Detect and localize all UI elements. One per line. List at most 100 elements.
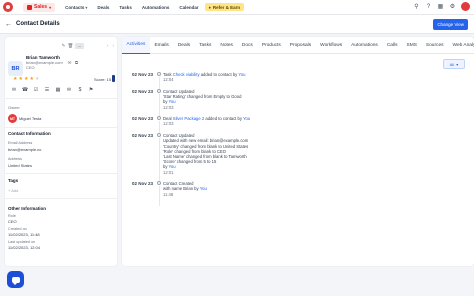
edit-icon[interactable]: ✎ [61, 43, 66, 49]
timeline-link[interactable]: Silver Package 2 [173, 116, 204, 121]
tab-notes[interactable]: Notes [216, 37, 238, 54]
timeline-link[interactable]: You [243, 116, 250, 121]
deal-icon[interactable]: $ [77, 87, 83, 93]
copy-icon[interactable]: ⧉ [74, 60, 79, 65]
module-switcher[interactable]: Sales ▾ [23, 2, 56, 12]
apps-grid-icon[interactable]: ▦ [437, 3, 444, 10]
page-header: ← Contact Details Change View [0, 15, 474, 34]
tab-sources[interactable]: Sources [421, 37, 448, 54]
timeline-date: 02 Nov 23 [132, 88, 154, 94]
updated-field-label: Last updated on [8, 240, 36, 244]
divider [5, 127, 117, 128]
star-rating[interactable]: ★ ★ ★ ★ ★ [13, 76, 39, 82]
change-view-button[interactable]: Change View [433, 19, 468, 30]
timeline-date: 02 Nov 23 [132, 116, 154, 122]
tab-deals[interactable]: Deals [173, 37, 194, 54]
tab-web-analytics[interactable]: Web Analytics [448, 37, 474, 54]
tab-products[interactable]: Products [257, 37, 285, 54]
role-field-label: Role [8, 214, 16, 218]
tab-workflows[interactable]: Workflows [316, 37, 347, 54]
nav-item-label: Contacts [65, 4, 85, 10]
note-icon[interactable]: ☰ [44, 87, 50, 93]
tab-activities[interactable]: Activities [122, 37, 150, 54]
tab-docs[interactable]: Docs [237, 37, 257, 54]
add-tag-link[interactable]: + Add [8, 188, 18, 193]
owner-name[interactable]: Miguel Testa [19, 116, 41, 121]
chevron-down-icon: ▾ [49, 4, 52, 10]
tab-tasks[interactable]: Tasks [195, 37, 216, 54]
timeline-line: 12:03 [163, 121, 250, 126]
tab-proposals[interactable]: Proposals [285, 37, 315, 54]
timeline-text: added to contact by [204, 116, 244, 122]
nav-item-contacts[interactable]: Contacts ▾ [65, 5, 87, 10]
next-record-icon[interactable]: › [113, 43, 115, 48]
timeline-dot [157, 133, 161, 138]
record-navigation: ‹ › [107, 43, 114, 48]
nav-item-automations[interactable]: Automations [142, 5, 170, 10]
star-icon[interactable]: ★ [29, 76, 33, 82]
activity-filter-dropdown[interactable]: All ▾ [443, 59, 465, 69]
timeline-link[interactable]: You [200, 186, 207, 191]
star-icon[interactable]: ★ [35, 76, 39, 82]
chat-button[interactable] [7, 271, 24, 288]
nav-item-calendar[interactable]: Calendar [179, 5, 198, 10]
tag-icon[interactable]: ⚑ [88, 87, 94, 93]
role-field-value[interactable]: CEO [8, 219, 17, 224]
timeline-time: 11:48 [163, 191, 174, 197]
timeline-connector [158, 93, 160, 119]
chat-icon [11, 276, 20, 285]
timeline-dot [157, 181, 161, 186]
delete-icon[interactable]: 🗑 [68, 43, 74, 49]
help-icon[interactable]: ? [425, 3, 432, 10]
timeline-line: 12:01 [163, 170, 248, 175]
sms-icon[interactable]: ✉ [66, 87, 72, 93]
app-logo[interactable] [3, 2, 13, 12]
timeline-dot [157, 88, 161, 93]
tab-emails[interactable]: Emails [150, 37, 173, 54]
timeline-link[interactable]: You [238, 72, 245, 77]
nav-item-tasks[interactable]: Tasks [119, 5, 131, 10]
timeline-time: 12:01 [163, 169, 174, 175]
contact-role: CEO [26, 65, 35, 70]
previous-record-icon[interactable]: ‹ [107, 43, 109, 48]
contact-action-row: ✉ ☎ ☑ ☰ ▦ ✉ $ ⚑ [11, 87, 94, 93]
timeline-date: 02 Nov 23 [132, 72, 154, 77]
tab-calls[interactable]: Calls [382, 37, 402, 54]
timeline-date: 02 Nov 23 [132, 181, 154, 187]
email-field-value[interactable]: brian@example.co [8, 147, 41, 152]
tab-sms[interactable]: SMS [402, 37, 421, 54]
timeline-line: 12:03 [163, 105, 241, 110]
task-icon[interactable]: ☑ [33, 87, 39, 93]
star-icon[interactable]: ★ [24, 76, 28, 82]
module-label: Sales [34, 4, 48, 10]
address-field-value[interactable]: United States [8, 163, 32, 168]
calendar-icon[interactable]: ▦ [55, 87, 61, 93]
timeline-body: Task Check viability added to contact by… [163, 72, 245, 82]
timeline-time: 12:03 [163, 104, 174, 110]
phone-icon[interactable]: ☎ [22, 87, 28, 93]
chevron-down-icon: ▾ [85, 4, 88, 10]
nav-item-deals[interactable]: Deals [97, 5, 109, 10]
mail-icon[interactable]: ✉ [67, 60, 72, 65]
refer-and-earn-button[interactable]: ♦ Refer & Earn [204, 3, 245, 11]
user-avatar[interactable] [461, 2, 470, 11]
refer-label: Refer & Earn [212, 4, 241, 10]
back-arrow-icon[interactable]: ← [5, 21, 12, 28]
tab-automations[interactable]: Automations [347, 37, 383, 54]
settings-icon[interactable]: ⚙ [449, 3, 456, 10]
timeline-connector [158, 186, 160, 206]
star-icon[interactable]: ★ [13, 76, 17, 82]
contact-quick-icons: ✉ ⧉ [67, 60, 79, 66]
updated-field-value: 11/02/2023, 12:04 [8, 245, 40, 250]
search-icon[interactable]: ⚲ [413, 3, 420, 10]
more-options-button[interactable]: ··· [75, 43, 84, 49]
star-icon[interactable]: ★ [18, 76, 22, 82]
main-nav: Contacts ▾ Deals Tasks Automations Calendar [55, 5, 199, 10]
email-icon[interactable]: ✉ [11, 87, 17, 93]
created-field-value: 11/02/2023, 11:48 [8, 232, 40, 237]
created-field-label: Created on [8, 227, 27, 231]
divider [5, 98, 117, 99]
score-label: Score: 15 [94, 77, 112, 82]
contact-actions: ✎ 🗑 ··· [61, 43, 84, 49]
timeline-link[interactable]: Check viability [173, 72, 200, 77]
